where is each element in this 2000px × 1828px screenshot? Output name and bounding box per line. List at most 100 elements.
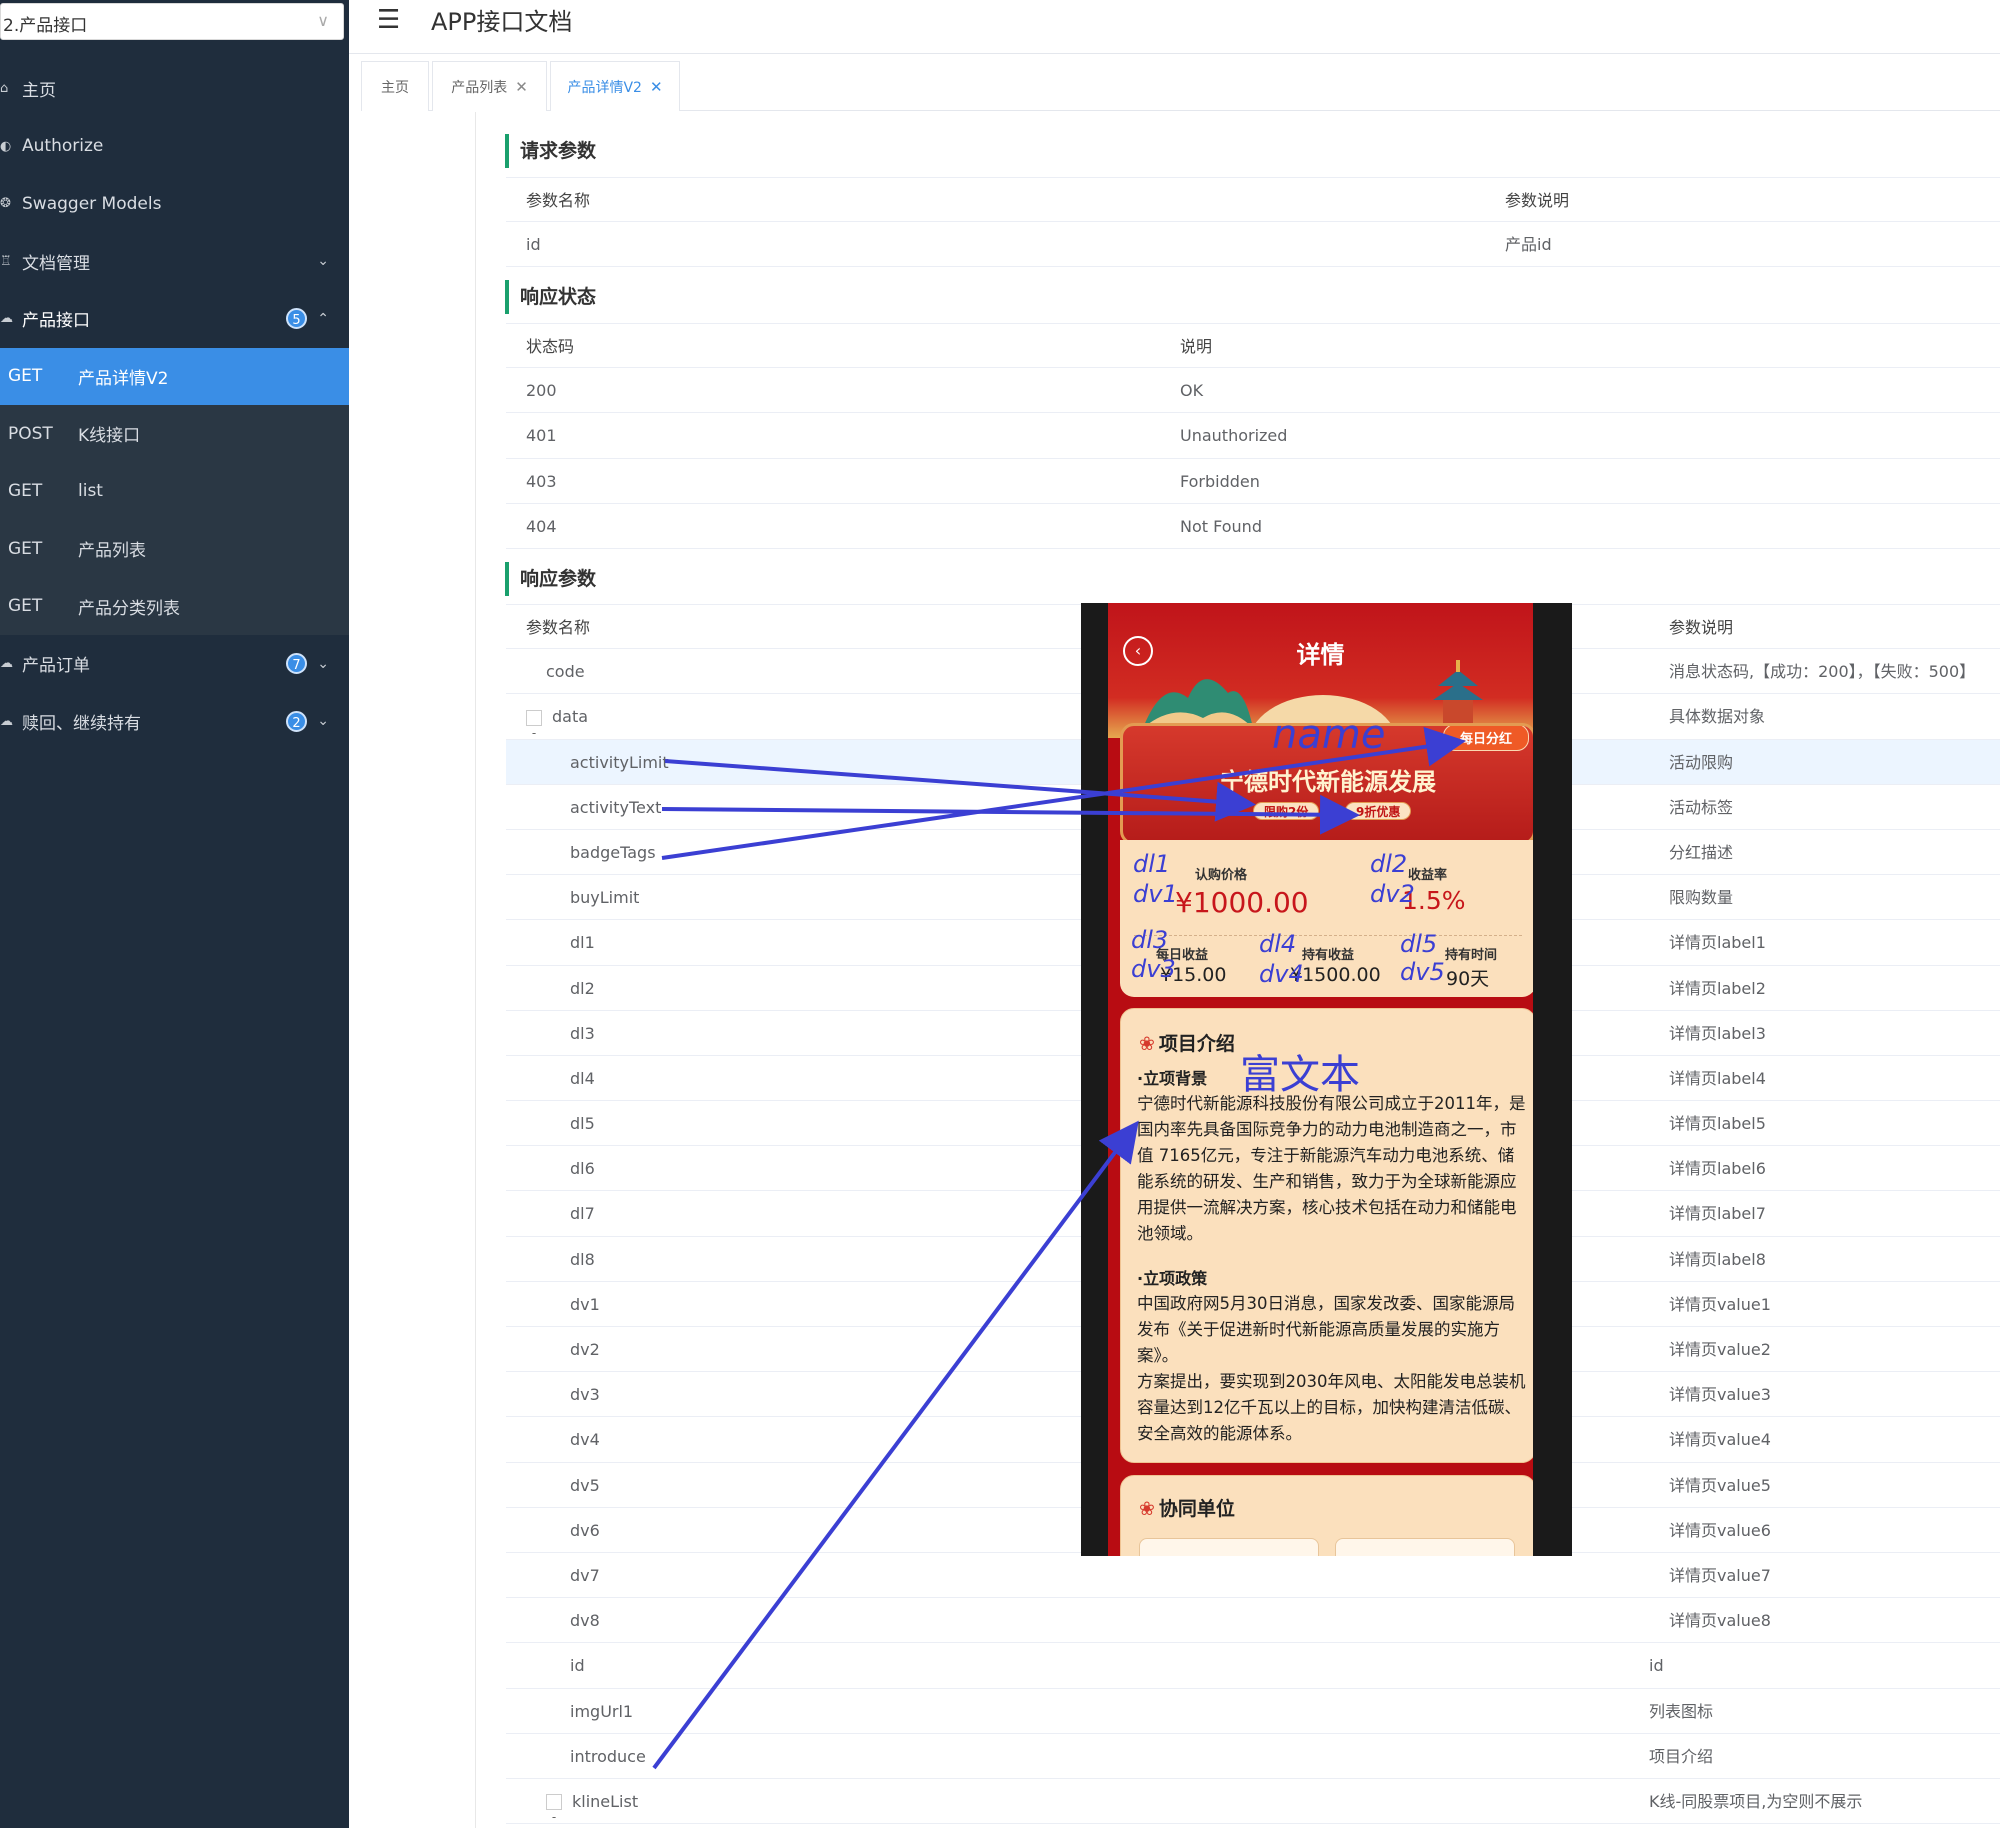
param-name: -data [526, 694, 589, 740]
dividend-badge: 每日分红 [1442, 726, 1529, 751]
partner-card[interactable] [1335, 1538, 1515, 1556]
cloud-icon: ☁ [0, 713, 13, 729]
tab-product-detail-v2[interactable]: 产品详情V2 ✕ [550, 61, 680, 111]
intro-title: 项目介绍 [1158, 1033, 1235, 1055]
sidebar-api-category-list[interactable]: GET 产品分类列表 [0, 578, 349, 636]
http-method: GET [8, 596, 43, 617]
table-header: 状态码 说明 [506, 323, 2000, 369]
partners-card: ❀ 协同单位 [1120, 1475, 1533, 1556]
sidebar-nav: ⌂ 主页 ◐ Authorize ❂ Swagger Models ♖ 文档管理… [0, 60, 349, 750]
phone-title: 详情 [1296, 641, 1345, 669]
param-desc: 详情页value7 [1669, 1565, 1771, 1585]
column-header: 参数说明 [1505, 191, 1570, 210]
sidebar-item-redeem[interactable]: ☁ 赎回、继续持有 2 ⌄ [0, 693, 349, 751]
sidebar-item-product-order[interactable]: ☁ 产品订单 7 ⌄ [0, 635, 349, 693]
sidebar-api-product-list[interactable]: GET 产品列表 [0, 520, 349, 578]
param-desc: 项目介绍 [1649, 1746, 1714, 1766]
param-name-text: dl8 [570, 1249, 595, 1269]
param-name: dv4 [570, 1417, 600, 1462]
param-desc: 具体数据对象 [1669, 707, 1766, 727]
param-desc: id [1649, 1656, 1664, 1676]
param-name-text: dl1 [570, 933, 595, 953]
folder-tree-icon: ♖ [0, 253, 12, 269]
table-row: -klineList K线-同股票项目,为空则不展示 [506, 1779, 2000, 1824]
param-desc: 详情页value2 [1669, 1340, 1771, 1359]
activity-text-tag: 9折优惠 [1345, 802, 1412, 820]
menu-fold-icon[interactable]: ☰ [377, 5, 400, 35]
sidebar-api-product-detail-v2[interactable]: GET 产品详情V2 [0, 347, 349, 405]
param-name: activityText [570, 785, 661, 830]
http-method: GET [8, 538, 43, 559]
close-icon[interactable]: ✕ [515, 78, 528, 96]
tab-home[interactable]: 主页 [361, 61, 429, 111]
sidebar-item-label: 文档管理 [22, 253, 90, 274]
chevron-down-icon: ∨ [317, 11, 329, 30]
stat-label: 认购价格 [1195, 868, 1248, 883]
param-name: id [526, 235, 541, 255]
param-desc: 详情页label7 [1669, 1204, 1766, 1224]
param-desc: 活动标签 [1669, 797, 1734, 817]
param-desc: 分红描述 [1669, 842, 1734, 862]
sidebar-item-authorize[interactable]: ◐ Authorize [0, 118, 349, 176]
param-name-text: data [552, 707, 589, 727]
intro-paragraph: 宁德时代新能源科技股份有限公司成立于2011年，是国内率先具备国际竞争力的动力电… [1137, 1094, 1526, 1243]
param-name: id [570, 1643, 585, 1688]
param-name-text: dv1 [570, 1294, 600, 1314]
section-response-params: 响应参数 [505, 562, 596, 596]
collapse-toggle-icon[interactable]: - [526, 709, 542, 740]
param-name: dv8 [570, 1598, 600, 1643]
annotation-dl5: dl5 [1400, 930, 1438, 958]
product-stats-card: 认购价格 ¥1000.00 收益率 1.5% 每日收益 ¥15.00 持有收益 … [1120, 840, 1533, 997]
top-header: ☰ APP接口文档 [349, 0, 2000, 54]
param-desc: 详情页value8 [1669, 1611, 1771, 1631]
table-row: 200 OK [506, 368, 2000, 414]
sidebar-item-product-api[interactable]: ☁ 产品接口 5 ⌃ [0, 290, 349, 348]
chevron-down-icon: ⌄ [317, 655, 329, 672]
column-header: 参数说明 [1669, 618, 1734, 637]
api-label: 产品分类列表 [78, 598, 180, 619]
sidebar-api-kline[interactable]: POST K线接口 [0, 405, 349, 463]
tab-product-list[interactable]: 产品列表 ✕ [432, 61, 547, 111]
sidebar-item-swagger-models[interactable]: ❂ Swagger Models [0, 175, 349, 233]
close-icon[interactable]: ✕ [650, 78, 663, 96]
status-code: 401 [526, 426, 557, 446]
param-name: dl5 [570, 1101, 595, 1146]
param-desc: 消息状态码,【成功：200】，【失败：500】 [1669, 662, 1976, 682]
cube-icon: ❂ [0, 196, 11, 212]
collapse-toggle-icon[interactable]: - [546, 1794, 562, 1824]
param-name-text: dv4 [570, 1430, 600, 1450]
param-name: activityLimit [570, 740, 669, 785]
param-desc: 详情页label3 [1669, 1023, 1766, 1043]
table-row: introduce 项目介绍 [506, 1734, 2000, 1779]
activity-limit-tag: 限购2份 [1253, 802, 1320, 820]
param-name-text: dv5 [570, 1475, 600, 1495]
sidebar-api-list[interactable]: GET list [0, 463, 349, 521]
column-header: 状态码 [526, 337, 575, 356]
column-header: 说明 [1180, 337, 1213, 356]
chevron-up-icon: ⌃ [317, 310, 329, 327]
param-desc: 详情页value5 [1669, 1475, 1771, 1495]
table-row: 401 Unauthorized [506, 413, 2000, 459]
partner-card[interactable] [1139, 1538, 1319, 1556]
section-request-params: 请求参数 [505, 134, 596, 168]
sidebar-item-doc-manage[interactable]: ♖ 文档管理 ⌄ [0, 233, 349, 291]
api-label: 产品列表 [78, 541, 146, 562]
annotation-dv4: dv4 [1259, 960, 1304, 988]
param-name-text: badgeTags [570, 842, 656, 862]
table-row: id id [506, 1643, 2000, 1689]
status-code: 403 [526, 471, 557, 491]
annotation-dl3: dl3 [1131, 926, 1169, 954]
table-header: 参数名称 参数说明 [506, 177, 2000, 223]
param-name: dl6 [570, 1146, 595, 1191]
sidebar-item-home[interactable]: ⌂ 主页 [0, 60, 349, 118]
param-name-text: activityText [570, 797, 662, 817]
param-desc: 详情页value4 [1669, 1430, 1771, 1450]
group-select[interactable]: 2.产品接口 ∨ [0, 3, 344, 40]
status-code: 200 [526, 381, 557, 401]
param-name: dv7 [570, 1553, 600, 1598]
annotation-dv1: dv1 [1133, 880, 1178, 908]
param-name-text: imgUrl1 [570, 1701, 634, 1721]
param-name: buyLimit [570, 875, 639, 920]
param-name: dv1 [570, 1282, 600, 1327]
annotation-dl2: dl2 [1370, 850, 1408, 878]
